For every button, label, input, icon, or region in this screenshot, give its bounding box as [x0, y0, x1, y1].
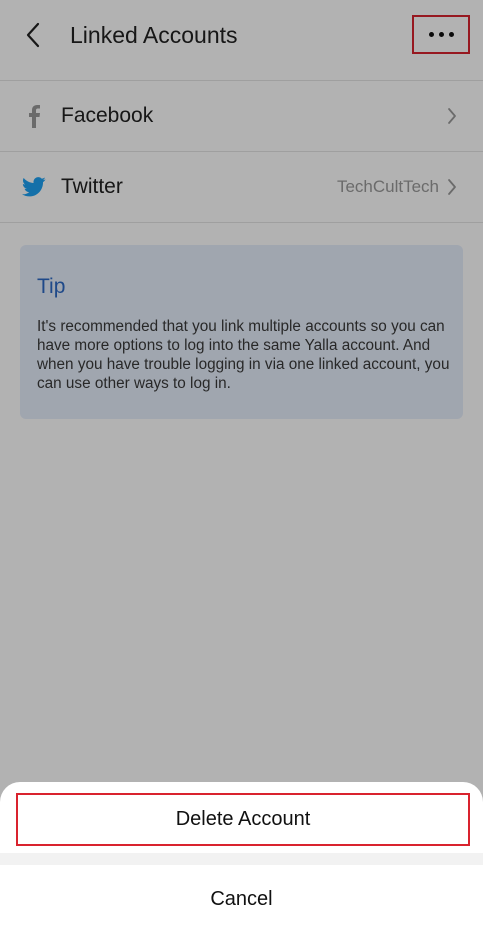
bottom-sheet: Delete Account Cancel [0, 782, 483, 933]
delete-account-button[interactable]: Delete Account [16, 793, 470, 846]
cancel-button[interactable]: Cancel [0, 865, 483, 933]
sheet-separator [0, 853, 483, 865]
